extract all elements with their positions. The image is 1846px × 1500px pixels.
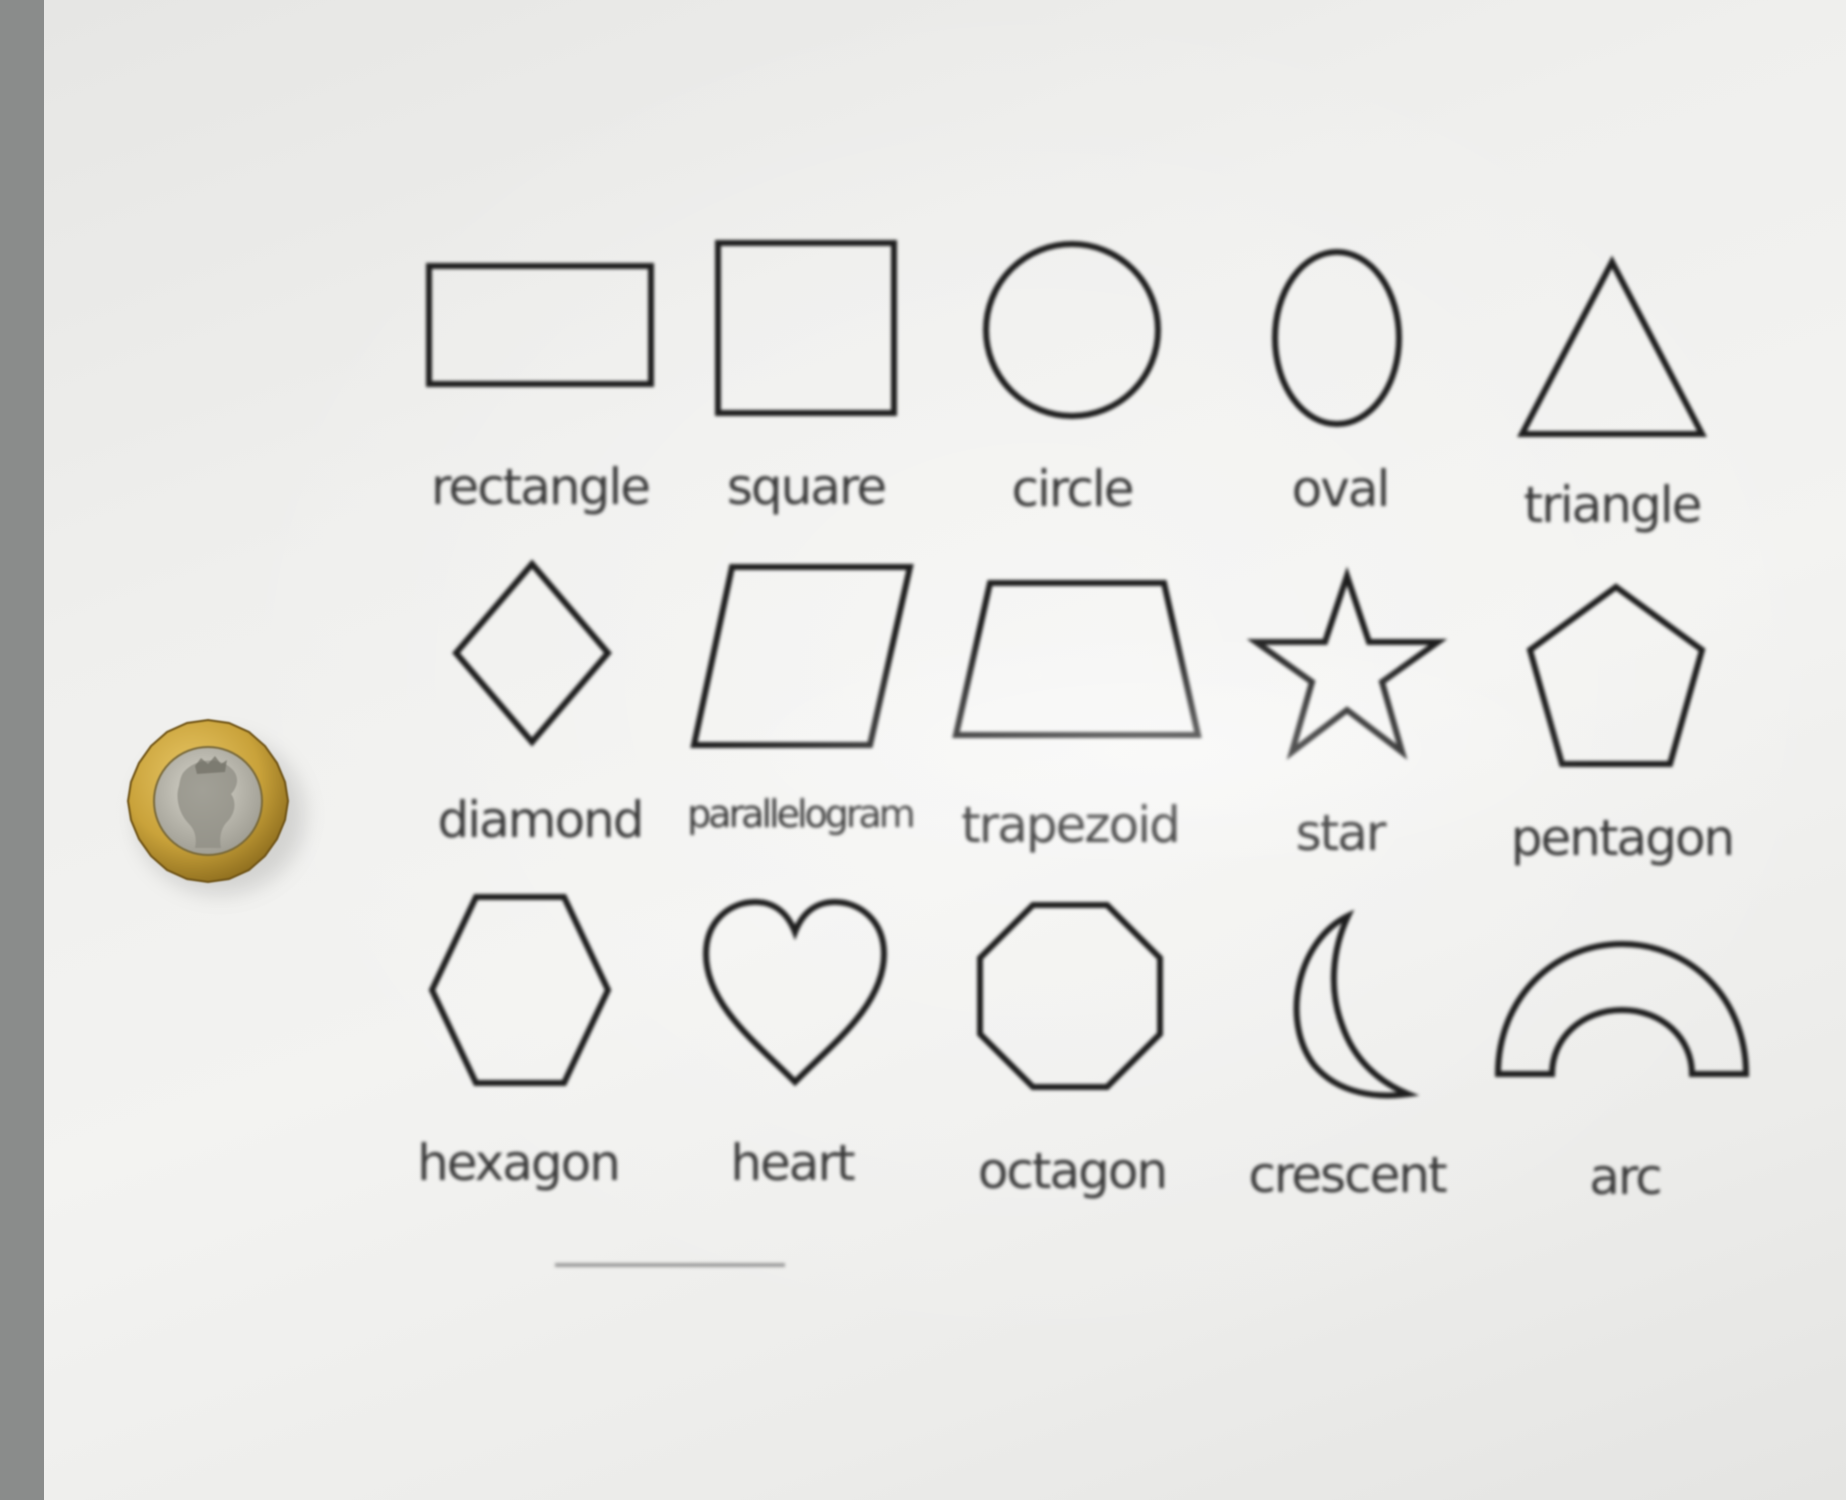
square-shape [712,238,898,418]
photo-scene: rectangle square circle oval triangle di… [0,0,1846,1500]
oval-shape [1272,248,1402,428]
rectangle-shape [425,258,655,388]
label-crescent: crescent [1248,1146,1447,1204]
label-rectangle: rectangle [430,458,651,516]
label-hexagon: hexagon [417,1134,621,1192]
triangle-shape [1517,255,1707,438]
pentagon-shape [1526,582,1706,768]
footer-rule [555,1263,785,1267]
label-trapezoid: trapezoid [961,796,1181,854]
circle-shape [980,240,1164,420]
label-pentagon: pentagon [1510,809,1735,867]
label-arc: arc [1589,1148,1663,1206]
hexagon-shape [428,892,612,1088]
octagon-shape [975,900,1165,1092]
arc-shape [1494,938,1750,1078]
label-diamond: diamond [437,791,645,849]
label-star: star [1295,804,1387,862]
trapezoid-shape [952,578,1202,740]
label-square: square [726,458,887,516]
label-heart: heart [730,1134,855,1192]
crescent-shape [1284,909,1420,1099]
diamond-shape [452,559,612,747]
star-shape [1246,566,1448,760]
pound-coin [125,718,291,884]
heart-shape [700,896,890,1088]
parallelogram-shape [690,562,914,750]
label-oval: oval [1291,460,1391,518]
label-parallelogram: parallelogram [687,792,916,836]
label-octagon: octagon [977,1142,1168,1200]
label-triangle: triangle [1523,476,1703,534]
label-circle: circle [1011,460,1135,518]
